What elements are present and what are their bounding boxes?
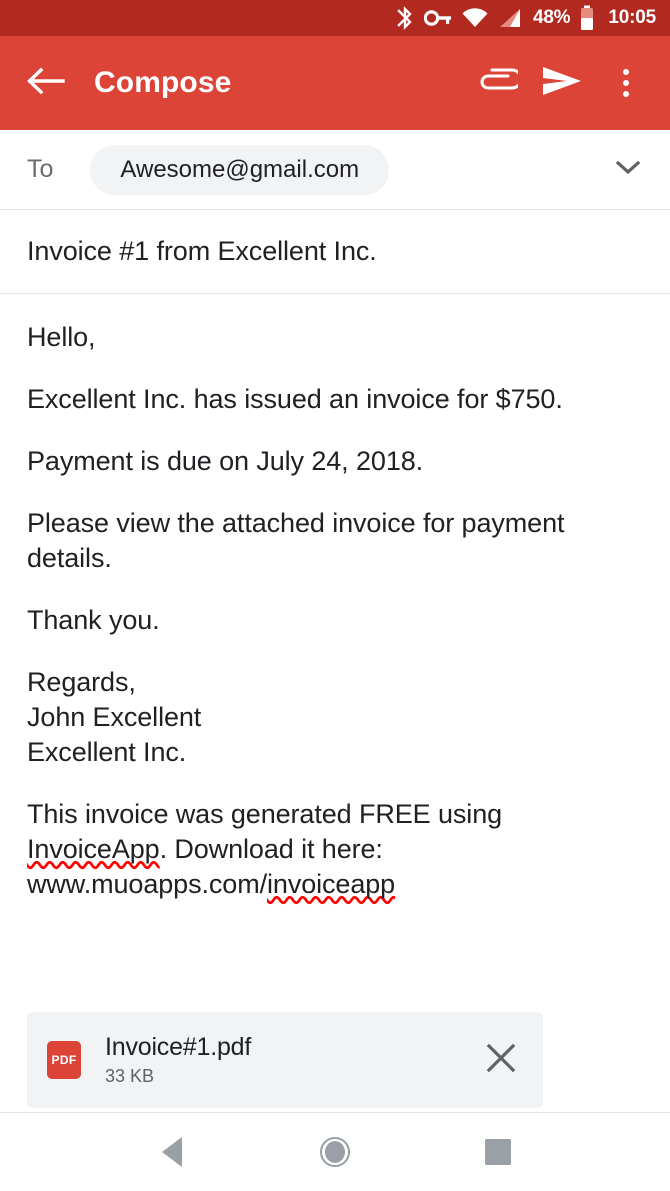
arrow-back-icon <box>25 64 65 103</box>
paperclip-icon <box>478 68 523 99</box>
body-thanks[interactable]: Thank you. <box>27 603 627 638</box>
body-due-date[interactable]: Payment is due on July 24, 2018. <box>27 444 627 479</box>
footer-url-app: invoiceapp <box>267 869 396 899</box>
signature-name: John Excellent <box>27 702 202 732</box>
footer-text-lead: This invoice was generated FREE using <box>27 799 503 829</box>
back-button[interactable] <box>22 60 68 106</box>
body-greeting[interactable]: Hello, <box>27 320 627 355</box>
signature-regards: Regards, <box>27 667 136 697</box>
pdf-icon-label: PDF <box>51 1053 77 1067</box>
body-footer-promo[interactable]: This invoice was generated FREE using In… <box>27 797 627 902</box>
send-icon <box>541 64 583 103</box>
footer-text-mid: . Download it here: <box>159 834 383 864</box>
signal-icon <box>498 7 522 29</box>
status-bar-clock: 10:05 <box>608 7 656 28</box>
attach-button[interactable] <box>472 57 524 109</box>
nav-recents-icon <box>485 1139 512 1165</box>
recipient-email: Awesome@gmail.com <box>120 155 360 183</box>
subject-row[interactable]: Invoice #1 from Excellent Inc. <box>0 210 670 294</box>
wifi-icon <box>461 7 489 29</box>
attachment-filename: Invoice#1.pdf <box>105 1033 252 1061</box>
nav-back-button[interactable] <box>142 1122 202 1182</box>
attachment-filesize: 33 KB <box>105 1066 155 1086</box>
footer-app-name: InvoiceApp <box>27 834 160 864</box>
attachment-details: Invoice#1.pdf 33 KB <box>105 1032 477 1088</box>
send-button[interactable] <box>536 57 588 109</box>
pdf-file-icon: PDF <box>47 1041 81 1079</box>
battery-icon <box>579 5 595 31</box>
vpn-key-icon <box>423 7 452 29</box>
email-body[interactable]: Hello, Excellent Inc. has issued an invo… <box>0 294 670 902</box>
body-invoice-amount[interactable]: Excellent Inc. has issued an invoice for… <box>27 382 627 417</box>
battery-percentage: 48% <box>532 7 571 28</box>
expand-recipients-button[interactable] <box>606 148 650 192</box>
nav-home-button[interactable] <box>305 1122 365 1182</box>
more-options-button[interactable] <box>600 57 652 109</box>
signature-company: Excellent Inc. <box>27 737 187 767</box>
remove-attachment-button[interactable] <box>477 1036 525 1084</box>
overflow-menu-icon <box>623 69 629 97</box>
attachment-chip[interactable]: PDF Invoice#1.pdf 33 KB <box>27 1012 543 1108</box>
status-bar: 48% 10:05 <box>0 0 670 36</box>
nav-home-inner-dot <box>324 1141 345 1163</box>
android-navigation-bar <box>0 1113 670 1191</box>
chevron-down-icon <box>613 157 643 182</box>
nav-back-icon <box>161 1137 182 1167</box>
subject-input[interactable]: Invoice #1 from Excellent Inc. <box>27 236 377 267</box>
nav-recents-button[interactable] <box>468 1122 528 1182</box>
body-view-attachment[interactable]: Please view the attached invoice for pay… <box>27 506 627 576</box>
close-icon <box>484 1041 518 1080</box>
compose-toolbar: Compose <box>0 36 670 130</box>
recipient-chip[interactable]: Awesome@gmail.com <box>90 144 390 195</box>
bluetooth-icon <box>395 5 415 31</box>
recipient-row[interactable]: To Awesome@gmail.com <box>0 130 670 210</box>
attachment-area: PDF Invoice#1.pdf 33 KB <box>0 1012 670 1108</box>
page-title: Compose <box>94 66 232 99</box>
footer-url-prefix: www.muoapps.com/ <box>27 869 267 899</box>
body-signature[interactable]: Regards, John Excellent Excellent Inc. <box>27 665 643 770</box>
nav-home-icon <box>319 1137 350 1167</box>
status-bar-icons: 48% 10:05 <box>395 5 656 31</box>
to-label: To <box>27 155 54 183</box>
